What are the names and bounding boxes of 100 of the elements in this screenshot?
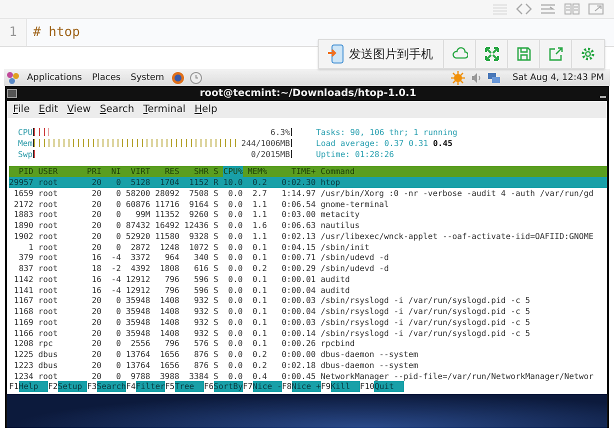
book-icon[interactable]	[564, 3, 580, 15]
apps-icon[interactable]	[6, 70, 20, 84]
table-cell-text: 0.0	[227, 306, 243, 317]
code-icon[interactable]	[516, 3, 532, 15]
table-cell-text: 1656	[158, 349, 180, 360]
table-cell: S	[214, 284, 218, 296]
table-cell-text: 1.1	[251, 198, 268, 210]
function-label[interactable]: Filter	[136, 381, 165, 392]
table-cell-text: root	[38, 295, 59, 306]
table-cell-text: 876	[193, 360, 209, 370]
column-header[interactable]: Command	[320, 166, 607, 177]
function-label[interactable]: Kill	[330, 381, 360, 392]
column-header[interactable]: NI	[106, 166, 121, 177]
function-key[interactable]: F8	[282, 381, 292, 392]
function-label[interactable]: Tree	[174, 381, 204, 392]
menu-item[interactable]: Edit	[34, 104, 62, 115]
send-to-phone-button[interactable]: 发送图片到手机	[319, 40, 444, 68]
function-label[interactable]: Nice +	[292, 381, 321, 392]
table-cell-text: 0	[115, 188, 121, 198]
panel-menu[interactable]: Applications	[22, 72, 87, 82]
function-label[interactable]: Help	[18, 381, 48, 392]
table-cell-text: 20	[90, 188, 102, 198]
function-key[interactable]: F2	[48, 381, 58, 392]
table-cell-text: root	[38, 284, 59, 296]
table-cell-text: 1072	[188, 242, 209, 252]
function-key[interactable]: F7	[242, 381, 253, 392]
table-cell-text: 0:00.01	[280, 274, 316, 284]
table-cell: 35948	[126, 328, 150, 338]
function-label[interactable]: Setup	[58, 381, 87, 392]
table-cell-text: 932	[193, 295, 209, 306]
table-cell: S	[214, 295, 218, 306]
function-label[interactable]: SortBy	[214, 381, 243, 392]
table-cell-text: /sbin/rsyslogd -i /var/run/syslogd.pid -c 5	[320, 328, 532, 338]
menu-item[interactable]: Terminal	[139, 104, 190, 115]
table-cell-text: metacity	[320, 209, 361, 220]
table-cell-text: 0	[115, 370, 121, 382]
cloud-button[interactable]	[444, 40, 476, 68]
table-cell-text: dbus	[38, 360, 59, 370]
table-cell-text: /sbin/rsyslogd -i /var/run/syslogd.pid -c 5	[320, 316, 532, 328]
table-cell: S	[214, 328, 218, 338]
sun-icon[interactable]	[450, 70, 464, 84]
expand-button[interactable]	[476, 40, 508, 68]
table-cell-text: 0.0	[227, 349, 243, 360]
function-label[interactable]: Search	[96, 381, 126, 392]
panel-menu[interactable]: System	[126, 72, 170, 82]
settings-button[interactable]	[572, 40, 604, 68]
column-header[interactable]: PID	[9, 166, 34, 177]
column-header[interactable]: SHR	[184, 166, 209, 177]
menu-item[interactable]: Help	[190, 104, 222, 115]
table-cell: 11580	[155, 230, 180, 242]
table-cell: 35948	[126, 295, 150, 306]
panel-menu[interactable]: Places	[86, 72, 126, 82]
table-cell: 58200	[126, 188, 150, 198]
globe-icon[interactable]	[171, 70, 186, 84]
table-cell-text: 379	[18, 252, 34, 263]
table-cell-text: 0.0	[227, 338, 243, 349]
column-header[interactable]: TIME+	[272, 166, 316, 177]
table-cell-text: 876	[193, 349, 209, 360]
column-header[interactable]: USER	[38, 166, 82, 177]
function-key[interactable]: F10	[360, 381, 374, 392]
table-cell-text: 0.1	[251, 252, 268, 263]
table-cell-text: 0:00.14	[280, 328, 316, 338]
table-cell: 12912	[126, 274, 150, 284]
table-cell-text: 0.0	[227, 284, 243, 296]
function-key[interactable]: F9	[320, 381, 331, 392]
popout-icon[interactable]	[588, 3, 604, 15]
table-cell-text: 0:03.00	[280, 209, 316, 220]
column-header[interactable]: VIRT	[126, 166, 150, 177]
table-cell: S	[214, 274, 218, 284]
function-label[interactable]: Quit	[374, 381, 404, 392]
meter-reading: 0/2015MB	[251, 150, 290, 158]
table-cell-text: 0	[115, 360, 121, 370]
column-header[interactable]: S	[214, 166, 218, 177]
network-icon[interactable]	[486, 70, 500, 84]
save-button[interactable]	[508, 40, 540, 68]
table-cell-text: 0:00.45	[280, 370, 316, 382]
column-header[interactable]: MEM%	[248, 166, 268, 177]
table-cell-text: 0:02.13	[280, 230, 316, 242]
menu-item[interactable]: File	[9, 104, 34, 115]
table-cell-text: 1890	[12, 220, 34, 231]
function-key[interactable]: F4	[126, 381, 136, 392]
table-cell-text: 20	[90, 360, 102, 370]
table-cell: 60876	[126, 198, 150, 210]
function-label[interactable]: Nice -	[252, 381, 282, 392]
menu-item[interactable]: View	[63, 104, 95, 115]
column-header[interactable]: RES	[155, 166, 180, 177]
table-cell-text: 0.0	[227, 242, 243, 252]
column-header[interactable]: CPU%	[223, 166, 243, 177]
function-key[interactable]: F1	[9, 381, 19, 392]
table-cell: S	[214, 252, 218, 263]
meter-label: CPU	[18, 127, 33, 138]
share-button[interactable]	[540, 40, 572, 68]
function-key[interactable]: F6	[204, 381, 214, 392]
function-key[interactable]: F3	[86, 381, 97, 392]
column-header[interactable]: PRI	[86, 166, 102, 177]
table-cell-text: 0	[115, 306, 121, 317]
wrap-icon[interactable]	[540, 3, 556, 15]
function-key[interactable]: F5	[164, 381, 175, 392]
menu-item[interactable]: Search	[96, 104, 138, 115]
table-cell-text: 0:06.63	[280, 220, 316, 231]
